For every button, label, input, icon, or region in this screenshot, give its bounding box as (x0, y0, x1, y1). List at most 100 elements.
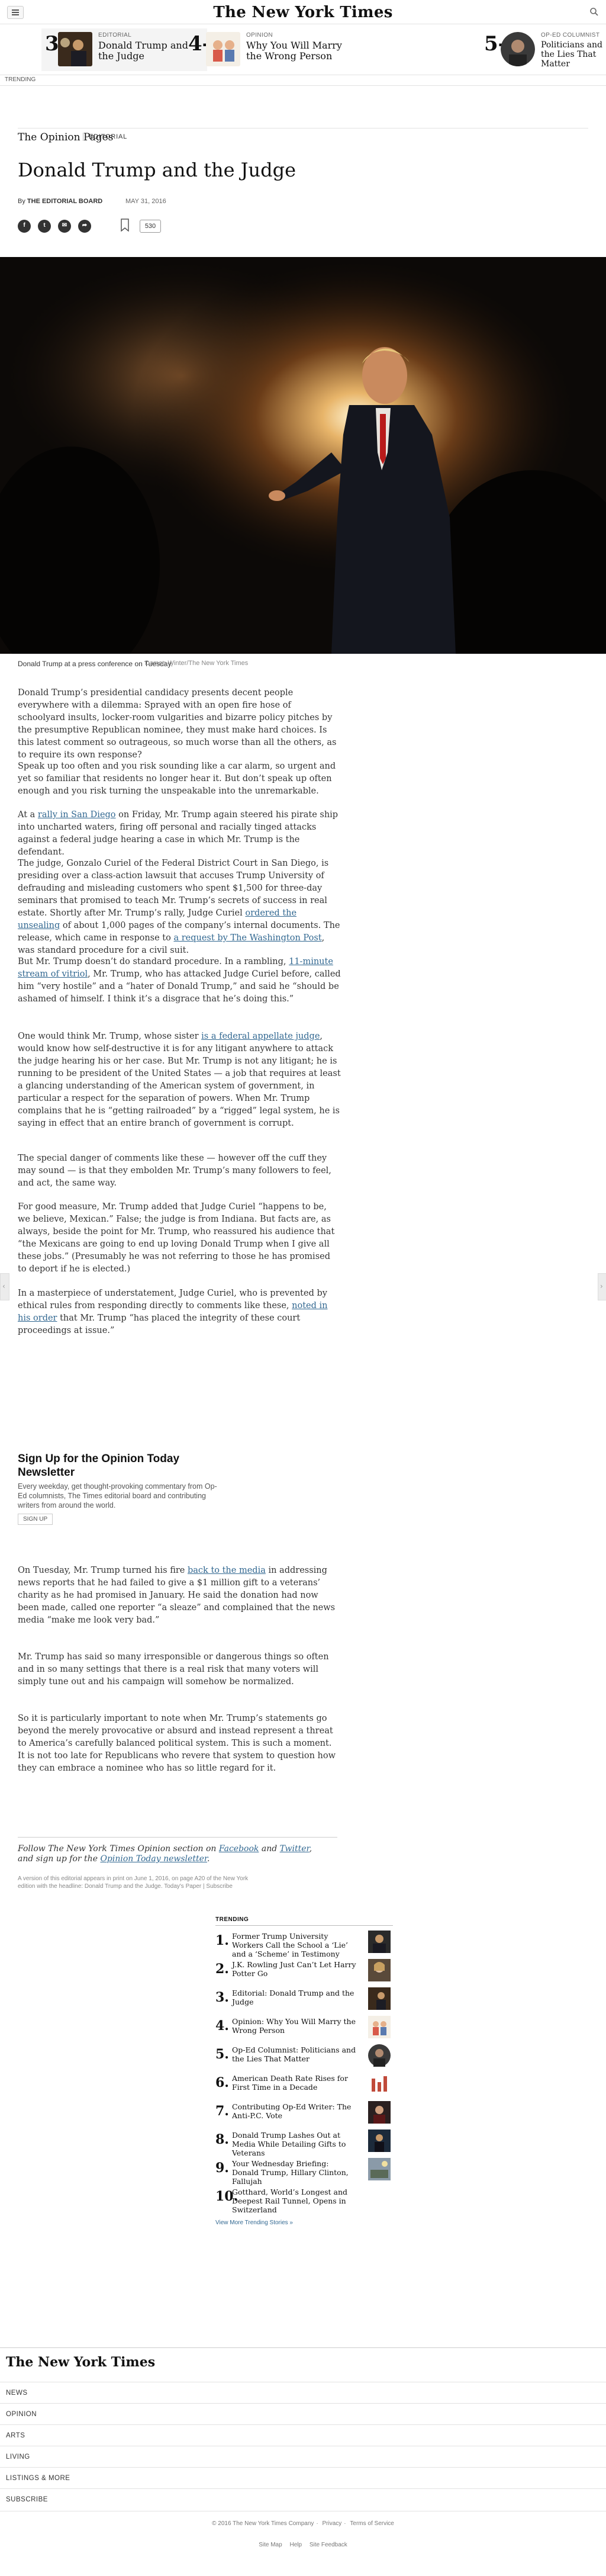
hero-image (0, 257, 606, 654)
footer-nav-label: News (6, 2389, 28, 2397)
trending-title: J.K. Rowling Just Can’t Let Harry Potter… (232, 1960, 356, 1978)
email-share-button[interactable]: ✉ (58, 220, 71, 233)
promo-item[interactable]: 4- Opinion Why You Will Marry the Wrong … (188, 28, 354, 71)
trending-number: 3. (215, 1990, 229, 2005)
article-paragraph: Speak up too often and you risk sounding… (18, 762, 336, 796)
previous-article-arrow[interactable]: ‹ (0, 1273, 9, 1300)
byline-author[interactable]: THE EDITORIAL BOARD (27, 198, 102, 205)
privacy-link[interactable]: Privacy (323, 2520, 342, 2527)
trending-bar-label[interactable]: Trending (5, 76, 36, 83)
footer-nav-label: Listings & More (6, 2475, 70, 2482)
trending-item[interactable]: 10. Gotthard, World’s Longest and Deepes… (215, 2185, 393, 2214)
twitter-share-button[interactable]: t (38, 220, 51, 233)
terms-link[interactable]: Terms of Service (350, 2520, 394, 2527)
paragraph-text: At a (18, 810, 38, 820)
trending-item[interactable]: 8. Donald Trump Lashes Out at Media Whil… (215, 2128, 393, 2157)
chevron-left-icon: ‹ (2, 1282, 5, 1290)
article-paragraph: For good measure, Mr. Trump added that J… (18, 1202, 335, 1274)
trending-item[interactable]: 1. Former Trump University Workers Call … (215, 1929, 393, 1958)
trending-heading: Trending (215, 1916, 249, 1923)
newsletter-description: Every weekday, get thought-provoking com… (18, 1482, 217, 1509)
follow-text: Follow The New York Times Opinion sectio… (18, 1844, 219, 1854)
search-icon[interactable] (589, 7, 599, 17)
facebook-share-button[interactable]: f (18, 220, 31, 233)
facebook-link[interactable]: Facebook (219, 1844, 259, 1854)
trending-thumbnail (368, 2044, 391, 2067)
promo-row: 3- Editorial Donald Trump and the Judge … (0, 24, 606, 75)
washington-post-link[interactable]: a request by The Washington Post (173, 933, 321, 943)
opinion-newsletter-link[interactable]: Opinion Today newsletter (100, 1854, 207, 1864)
follow-text: and (259, 1844, 280, 1854)
newsletter-title: Sign Up for the Opinion Today Newsletter (18, 1453, 180, 1479)
trending-title: Your Wednesday Briefing: Donald Trump, H… (232, 2159, 349, 2186)
promo-item[interactable]: 3- Editorial Donald Trump and the Judge (41, 28, 207, 71)
trending-bar: Trending (0, 75, 606, 86)
nyt-logo[interactable]: The New York Times (0, 4, 606, 21)
trending-item[interactable]: 4. Opinion: Why You Will Marry the Wrong… (215, 2015, 393, 2042)
byline: By THE EDITORIAL BOARD (18, 198, 102, 205)
paragraph-text: that Mr. Trump “has placed the integrity… (18, 1313, 301, 1335)
footer-nav-subscribe[interactable]: Subscribe (0, 2488, 606, 2510)
footer-nav-label: Subscribe (6, 2496, 48, 2503)
trending-thumbnail (368, 2129, 391, 2152)
trending-title: American Death Rate Rises for First Time… (232, 2074, 348, 2092)
trending-item[interactable]: 6. American Death Rate Rises for First T… (215, 2071, 393, 2099)
paragraph-text: , would know how self-destructive it is … (18, 1032, 341, 1128)
footer-divider (0, 2347, 606, 2348)
article-date: MAY 31, 2016 (125, 198, 166, 205)
footer-nav-opinion[interactable]: Opinion (0, 2403, 606, 2425)
top-bar: The New York Times (0, 0, 606, 24)
trending-number: 9. (215, 2160, 229, 2176)
trending-item[interactable]: 3. Editorial: Donald Trump and the Judge (215, 1986, 393, 2013)
trending-item[interactable]: 5. Op-Ed Columnist: Politicians and the … (215, 2043, 393, 2070)
trending-divider (215, 1925, 393, 1926)
footer-nav-news[interactable]: News (0, 2382, 606, 2404)
footer-logo[interactable]: The New York Times (6, 2355, 155, 2370)
comments-button[interactable]: 530 (140, 220, 161, 233)
next-article-arrow[interactable]: › (598, 1273, 606, 1300)
bookmark-icon[interactable] (121, 219, 129, 232)
trending-title: Gotthard, World’s Longest and Deepest Ra… (232, 2188, 348, 2214)
article-paragraph: The special danger of comments like thes… (18, 1154, 331, 1188)
trending-title: Donald Trump Lashes Out at Media While D… (232, 2131, 346, 2157)
footer-nav-listings[interactable]: Listings & More (0, 2467, 606, 2489)
back-to-media-link[interactable]: back to the media (188, 1566, 266, 1575)
footer-nav-label: Living (6, 2453, 30, 2461)
rally-san-diego-link[interactable]: rally in San Diego (38, 810, 116, 820)
trending-item[interactable]: 7. Contributing Op-Ed Writer: The Anti-P… (215, 2100, 393, 2127)
footer-nav-arts[interactable]: Arts (0, 2424, 606, 2446)
trending-title: Contributing Op-Ed Writer: The Anti-P.C.… (232, 2102, 352, 2120)
trending-thumbnail (368, 1987, 391, 2010)
newsletter-signup-button[interactable]: Sign Up (18, 1514, 53, 1525)
promo-item[interactable]: 5- Op-Ed Columnist Politicians and the L… (484, 28, 602, 71)
article-paragraph: In a masterpiece of understatement, Judg… (18, 1287, 341, 1337)
facebook-icon: f (23, 222, 25, 229)
trending-number: 2. (215, 1961, 229, 1977)
share-icon: ➦ (82, 222, 88, 229)
help-link[interactable]: Help (289, 2542, 302, 2548)
view-more-trending-link[interactable]: View More Trending Stories » (215, 2220, 293, 2226)
trending-title: Former Trump University Workers Call the… (232, 1932, 348, 1958)
site-feedback-link[interactable]: Site Feedback (310, 2542, 347, 2548)
promo-kicker: Op-Ed Columnist (541, 32, 600, 38)
follow-note: Follow The New York Times Opinion sectio… (18, 1844, 325, 1864)
article-paragraph: One would think Mr. Trump, whose sister … (18, 1030, 341, 1130)
trending-thumbnail (368, 2101, 391, 2124)
paragraph-text: On Tuesday, Mr. Trump turned his fire (18, 1566, 188, 1575)
federal-judge-link[interactable]: is a federal appellate judge (201, 1032, 320, 1041)
follow-text: . (207, 1854, 210, 1864)
footer-nav-living[interactable]: Living (0, 2446, 606, 2468)
trending-item[interactable]: 2. J.K. Rowling Just Can’t Let Harry Pot… (215, 1958, 393, 1985)
trending-item[interactable]: 9. Your Wednesday Briefing: Donald Trump… (215, 2157, 393, 2186)
trending-title: Opinion: Why You Will Marry the Wrong Pe… (232, 2017, 356, 2035)
byline-prefix: By (18, 198, 25, 205)
section-kicker: Editorial (89, 133, 128, 140)
copyright-text[interactable]: © 2016 The New York Times Company (212, 2520, 314, 2527)
article-paragraph: On Tuesday, Mr. Trump turned his fire ba… (18, 1565, 341, 1627)
site-map-link[interactable]: Site Map (259, 2542, 282, 2548)
section-divider (18, 128, 588, 129)
twitter-link[interactable]: Twitter (280, 1844, 310, 1854)
promo-thumbnail (206, 32, 240, 66)
more-share-button[interactable]: ➦ (78, 220, 91, 233)
trending-thumbnail (368, 2016, 391, 2038)
